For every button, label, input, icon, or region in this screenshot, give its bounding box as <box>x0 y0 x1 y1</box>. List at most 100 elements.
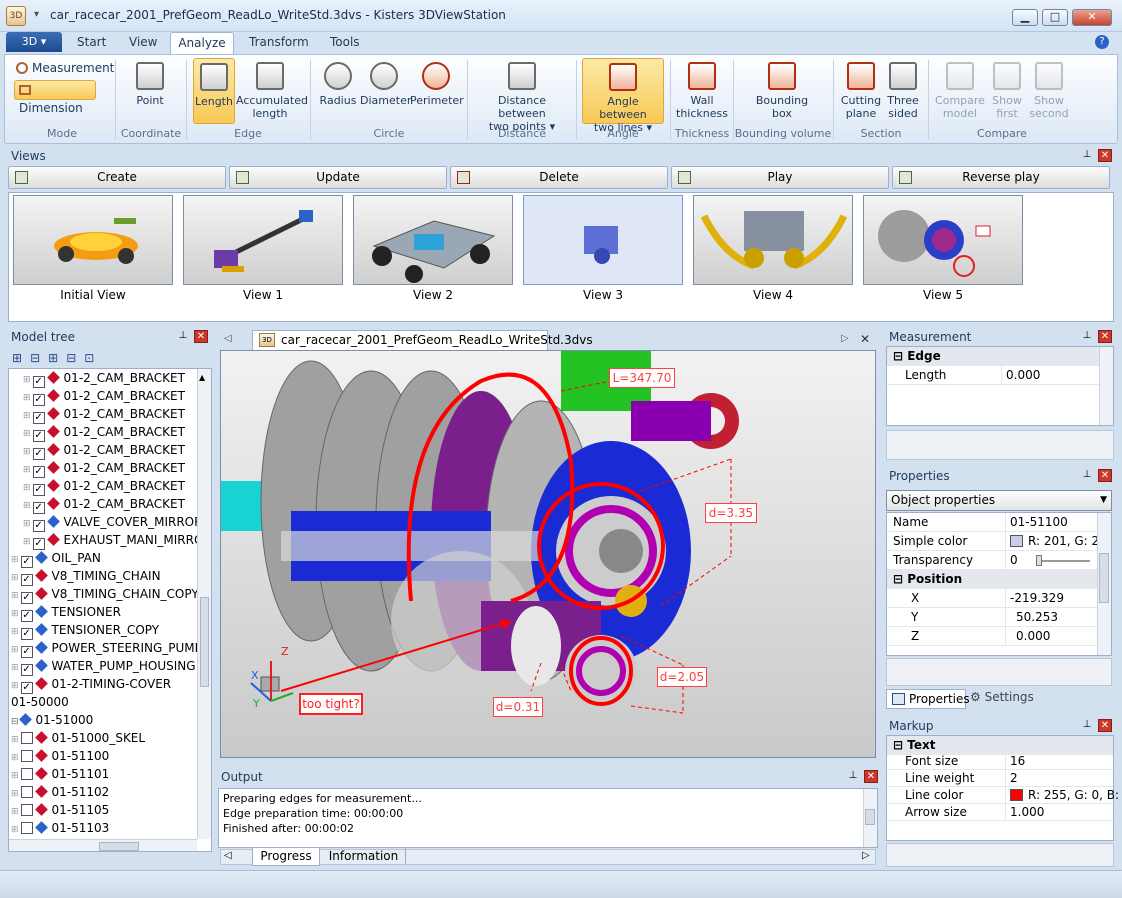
expand-icon[interactable]: ⊞ <box>23 501 31 511</box>
angle-between-lines-button[interactable]: Angle betweentwo lines ▾ <box>582 58 664 134</box>
visibility-checkbox[interactable] <box>20 768 33 780</box>
diameter-button[interactable]: Diameter <box>360 62 411 107</box>
tree-item[interactable]: ⊞ ✓ EXHAUST_MANI_MIRRO <box>23 531 203 550</box>
view-thumbnail[interactable] <box>863 195 1023 285</box>
expand-icon[interactable]: ⊞ <box>11 825 19 835</box>
expand-all-icon[interactable]: ⊞ <box>12 351 30 365</box>
properties-close-button[interactable]: ✕ <box>1098 469 1112 482</box>
tree-item[interactable]: ⊞ ✓ 01-2_CAM_BRACKET <box>23 369 185 388</box>
transparency-slider-thumb[interactable] <box>1036 555 1042 566</box>
expand-icon[interactable]: ⊞ <box>23 447 31 457</box>
tab-settings[interactable]: ⚙ Settings <box>970 690 1034 704</box>
visibility-checkbox[interactable] <box>20 750 33 762</box>
bounding-box-button[interactable]: Bounding box <box>748 62 816 120</box>
tab-view[interactable]: View <box>129 35 157 49</box>
tree-item[interactable]: ⊞ ✓ 01-2_CAM_BRACKET <box>23 477 185 496</box>
point-button[interactable]: Point <box>124 62 176 107</box>
expand-icon[interactable]: ⊞ <box>23 465 31 475</box>
expand-icon[interactable]: ⊞ <box>11 555 19 565</box>
tab-progress[interactable]: Progress <box>252 848 320 866</box>
tree-item[interactable]: ⊞ ✓ V8_TIMING_CHAIN_COPY <box>11 585 199 604</box>
visibility-checkbox[interactable] <box>20 804 33 816</box>
tree-item[interactable]: ⊞ ✓ 01-2_CAM_BRACKET <box>23 405 185 424</box>
tab-transform[interactable]: Transform <box>249 35 309 49</box>
expand-icon[interactable]: ⊞ <box>23 375 31 385</box>
view-thumbnail[interactable] <box>693 195 853 285</box>
play-button[interactable]: Play <box>671 166 889 189</box>
pin-icon[interactable]: ⊥ <box>1080 469 1094 481</box>
expand-icon[interactable]: ⊞ <box>11 771 19 781</box>
tree-item[interactable]: ⊞ ✓ 01-2_CAM_BRACKET <box>23 495 185 514</box>
measurement-mode-toggle[interactable]: Measurement <box>16 61 114 75</box>
dimension-mode-toggle[interactable]: Dimension <box>14 80 96 115</box>
distance-annotation-3[interactable]: d=0.31 <box>493 697 543 717</box>
tree-item[interactable]: ⊞ ✓ TENSIONER_COPY <box>11 621 159 640</box>
output-tab-left-icon[interactable]: ◁ <box>224 850 232 861</box>
object-properties-select[interactable]: Object properties ▼ <box>886 490 1112 511</box>
measurement-close-button[interactable]: ✕ <box>1098 330 1112 343</box>
expand-icon[interactable]: ⊞ <box>11 645 19 655</box>
expand-icon[interactable]: ⊞ <box>23 537 31 547</box>
perimeter-button[interactable]: Perimeter <box>410 62 464 107</box>
tree-item[interactable]: ⊞ 01-51101 <box>11 765 109 783</box>
model-tree-close-button[interactable]: ✕ <box>194 330 208 343</box>
distance-annotation-2[interactable]: d=2.05 <box>657 667 707 687</box>
properties-scrollbar[interactable] <box>1097 513 1111 655</box>
tree-item[interactable]: ⊞ ✓ 01-2_CAM_BRACKET <box>23 459 185 478</box>
visibility-checkbox[interactable] <box>20 732 33 744</box>
scroll-up-icon[interactable]: ▲ <box>199 373 205 382</box>
expand-icon[interactable]: ⊞ <box>23 429 31 439</box>
visibility-checkbox[interactable] <box>20 786 33 798</box>
tree-item[interactable]: ⊞ ✓ POWER_STEERING_PUMP <box>11 639 202 658</box>
maximize-button[interactable]: □ <box>1042 9 1068 26</box>
output-tab-right-icon[interactable]: ▷ <box>862 850 870 861</box>
output-close-button[interactable]: ✕ <box>864 770 878 783</box>
expand-icon[interactable]: ⊞ <box>11 753 19 763</box>
pin-icon[interactable]: ⊥ <box>846 770 860 782</box>
create-view-button[interactable]: Create <box>8 166 226 189</box>
tree-item[interactable]: ⊟ 01-51000 <box>11 711 93 729</box>
expand-icon[interactable]: ⊞ <box>11 735 19 745</box>
tree-item[interactable]: ⊞ ✓ 01-2-TIMING-COVER <box>11 675 171 694</box>
three-sided-button[interactable]: Three sided <box>884 62 922 120</box>
expand-icon[interactable]: ⊞ <box>11 663 19 673</box>
app-menu-button[interactable]: 3D ▾ <box>6 32 62 52</box>
expand-icon[interactable]: ⊞ <box>23 519 31 529</box>
tab-information[interactable]: Information <box>322 848 406 865</box>
collapse-all-icon[interactable]: ⊟ <box>30 351 48 365</box>
measurement-scrollbar[interactable] <box>1099 347 1113 425</box>
scroll-thumb[interactable] <box>1099 553 1109 603</box>
cutting-plane-button[interactable]: Cutting plane <box>838 62 884 120</box>
radius-button[interactable]: Radius <box>318 62 358 107</box>
color-swatch[interactable] <box>1010 535 1023 547</box>
document-tab[interactable]: 3D car_racecar_2001_PrefGeom_ReadLo_Writ… <box>252 330 593 350</box>
expand-icon[interactable]: ⊞ <box>11 573 19 583</box>
tree-item[interactable]: ⊞ 01-51103 <box>11 819 109 837</box>
quick-access-icon[interactable]: ▾ <box>34 9 39 20</box>
output-scrollbar[interactable] <box>863 789 877 847</box>
collapse-icon[interactable]: ⊟ <box>11 717 19 727</box>
tab-scroll-right-icon[interactable]: ▷ <box>841 333 849 344</box>
tree-horizontal-scrollbar[interactable] <box>9 839 197 851</box>
tree-item[interactable]: ⊞ ✓ WATER_PUMP_HOUSING <box>11 657 196 676</box>
length-annotation[interactable]: L=347.70 <box>609 368 675 388</box>
tab-analyze[interactable]: Analyze <box>170 32 234 55</box>
pin-icon[interactable]: ⊥ <box>176 330 190 342</box>
tree-item[interactable]: ⊞ 01-51000_SKEL <box>11 729 145 747</box>
pin-icon[interactable]: ⊥ <box>1080 149 1094 161</box>
expand-icon[interactable]: ⊞ <box>23 411 31 421</box>
wall-thickness-button[interactable]: Wall thickness <box>674 62 730 120</box>
tree-item[interactable]: ⊞ 01-51100 <box>11 747 109 765</box>
collapse-icon[interactable]: ⊟ <box>66 351 84 365</box>
accumulated-length-button[interactable]: Accumulated length <box>236 62 308 120</box>
tab-tools[interactable]: Tools <box>330 35 360 49</box>
view-thumbnail[interactable] <box>183 195 343 285</box>
close-button[interactable]: ✕ <box>1072 9 1112 26</box>
tree-item[interactable]: ⊞ 01-51102 <box>11 783 109 801</box>
scroll-thumb[interactable] <box>200 597 209 687</box>
tree-item[interactable]: ⊞ ✓ TENSIONER <box>11 603 121 622</box>
tab-start[interactable]: Start <box>77 35 106 49</box>
help-icon[interactable]: ? <box>1095 35 1109 49</box>
compare-model-button[interactable]: Compare model <box>934 62 986 120</box>
expand-icon[interactable]: ⊞ <box>23 483 31 493</box>
